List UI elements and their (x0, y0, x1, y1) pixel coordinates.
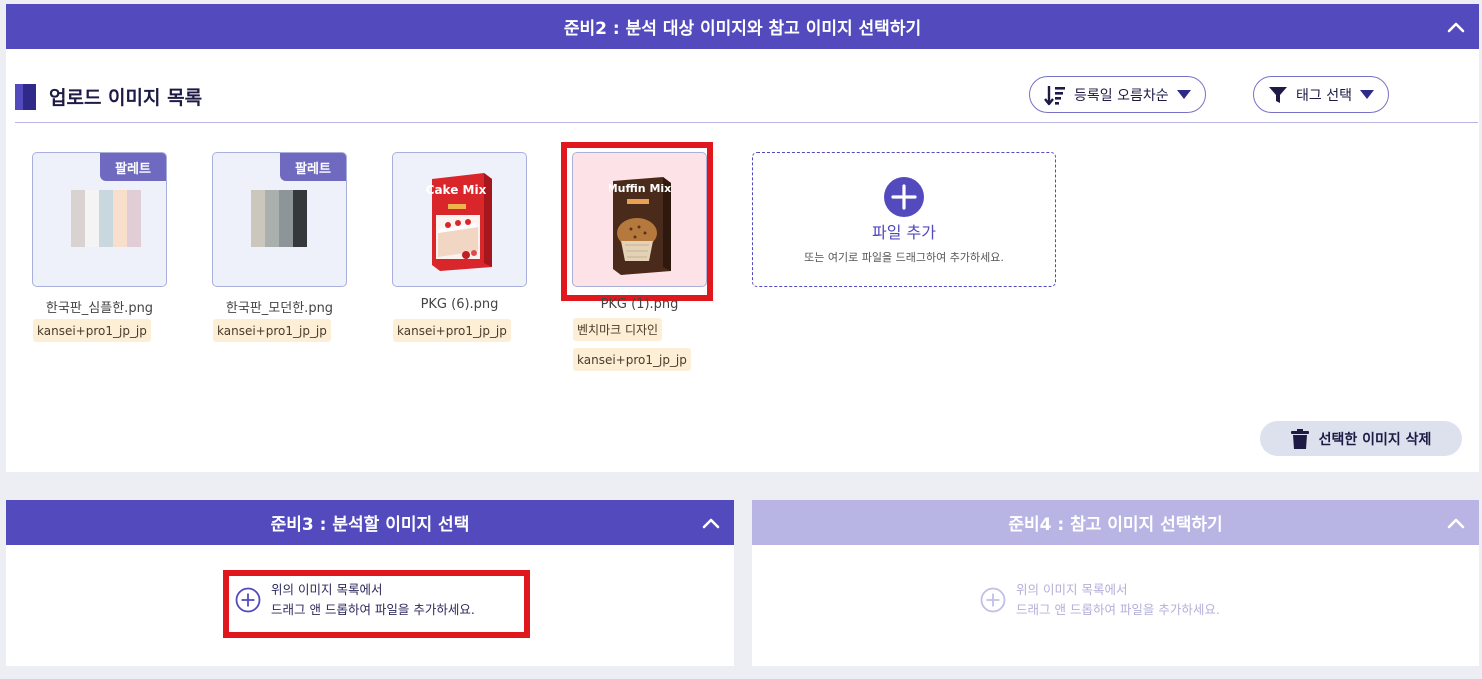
chevron-up-icon[interactable] (1447, 514, 1465, 532)
image-filename: PKG (1).png (600, 297, 679, 312)
add-file-hint: 또는 여기로 파일을 드래그하여 추가하세요. (804, 251, 1004, 264)
filter-icon (1269, 86, 1287, 103)
prep4-header-title: 준비4 : 참고 이미지 선택하기 (1008, 515, 1223, 535)
prep3-header-title: 준비3 : 분석할 이미지 선택 (270, 515, 470, 535)
prep3-header[interactable]: 준비3 : 분석할 이미지 선택 (6, 500, 734, 545)
caret-down-icon (1176, 89, 1191, 99)
prep4-dropzone[interactable]: 위의 이미지 목록에서 드래그 앤 드롭하여 파일을 추가하세요. (980, 580, 1220, 620)
prep4-hint-line2: 드래그 앤 드롭하여 파일을 추가하세요. (1016, 602, 1220, 617)
title-bar-icon (15, 83, 36, 110)
sort-dropdown[interactable]: 등록일 오름차순 (1029, 76, 1206, 113)
palette-badge: 팔레트 (100, 153, 166, 181)
tag-chip: 벤치마크 디자인 (573, 318, 663, 341)
tag-chip: kansei+pro1_jp_jp (213, 319, 331, 342)
image-card[interactable]: Cake Mix (392, 152, 527, 287)
cake-mix-package-image: Cake Mix (426, 173, 492, 271)
palette-swatches (251, 190, 307, 247)
caret-down-icon (1359, 89, 1374, 99)
tag-chip: kansei+pro1_jp_jp (393, 319, 511, 342)
prep4-header[interactable]: 준비4 : 참고 이미지 선택하기 (752, 500, 1479, 545)
palette-badge: 팔레트 (280, 153, 346, 181)
add-file-title: 파일 추가 (872, 223, 936, 242)
image-filename: 한국판_모던한.png (225, 301, 334, 316)
divider (15, 122, 1478, 123)
prep4-hint-line1: 위의 이미지 목록에서 (1016, 582, 1128, 597)
sort-descending-icon (1044, 85, 1065, 105)
plus-circle-icon[interactable] (884, 177, 924, 217)
tag-chip: kansei+pro1_jp_jp (573, 348, 691, 371)
selection-highlight-frame (561, 142, 713, 301)
add-file-dropzone[interactable]: 파일 추가 또는 여기로 파일을 드래그하여 추가하세요. (752, 152, 1056, 287)
tag-filter-dropdown[interactable]: 태그 선택 (1253, 76, 1389, 113)
delete-label: 선택한 이미지 삭제 (1318, 431, 1432, 448)
prep2-panel: 준비2 : 분석 대상 이미지와 참고 이미지 선택하기 업로드 이미지 목록 … (6, 4, 1479, 472)
chevron-up-icon[interactable] (702, 514, 720, 532)
image-card[interactable]: 팔레트 (32, 152, 167, 287)
cake-mix-label: Cake Mix (426, 183, 487, 197)
prep3-panel: 준비3 : 분석할 이미지 선택 위의 이미지 목록에서 드래그 앤 드롭하여 … (6, 500, 734, 666)
delete-selected-button[interactable]: 선택한 이미지 삭제 (1260, 421, 1462, 456)
palette-swatches (71, 190, 141, 247)
image-filename: 한국판_심플한.png (45, 301, 154, 316)
upload-list-title: 업로드 이미지 목록 (15, 83, 202, 110)
trash-icon (1290, 428, 1309, 449)
image-filename: PKG (6).png (420, 297, 499, 312)
tag-filter-label: 태그 선택 (1296, 87, 1352, 104)
prep2-header[interactable]: 준비2 : 분석 대상 이미지와 참고 이미지 선택하기 (6, 4, 1479, 49)
section-title-text: 업로드 이미지 목록 (49, 87, 203, 109)
drop-target-highlight-frame (223, 570, 530, 638)
chevron-up-icon[interactable] (1447, 18, 1465, 36)
sort-label: 등록일 오름차순 (1074, 87, 1169, 104)
plus-circle-icon (980, 587, 1006, 613)
prep4-panel: 준비4 : 참고 이미지 선택하기 위의 이미지 목록에서 드래그 앤 드롭하여… (752, 500, 1479, 666)
image-card[interactable]: 팔레트 (212, 152, 347, 287)
prep2-header-title: 준비2 : 분석 대상 이미지와 참고 이미지 선택하기 (563, 19, 922, 39)
tag-chip: kansei+pro1_jp_jp (33, 319, 151, 342)
